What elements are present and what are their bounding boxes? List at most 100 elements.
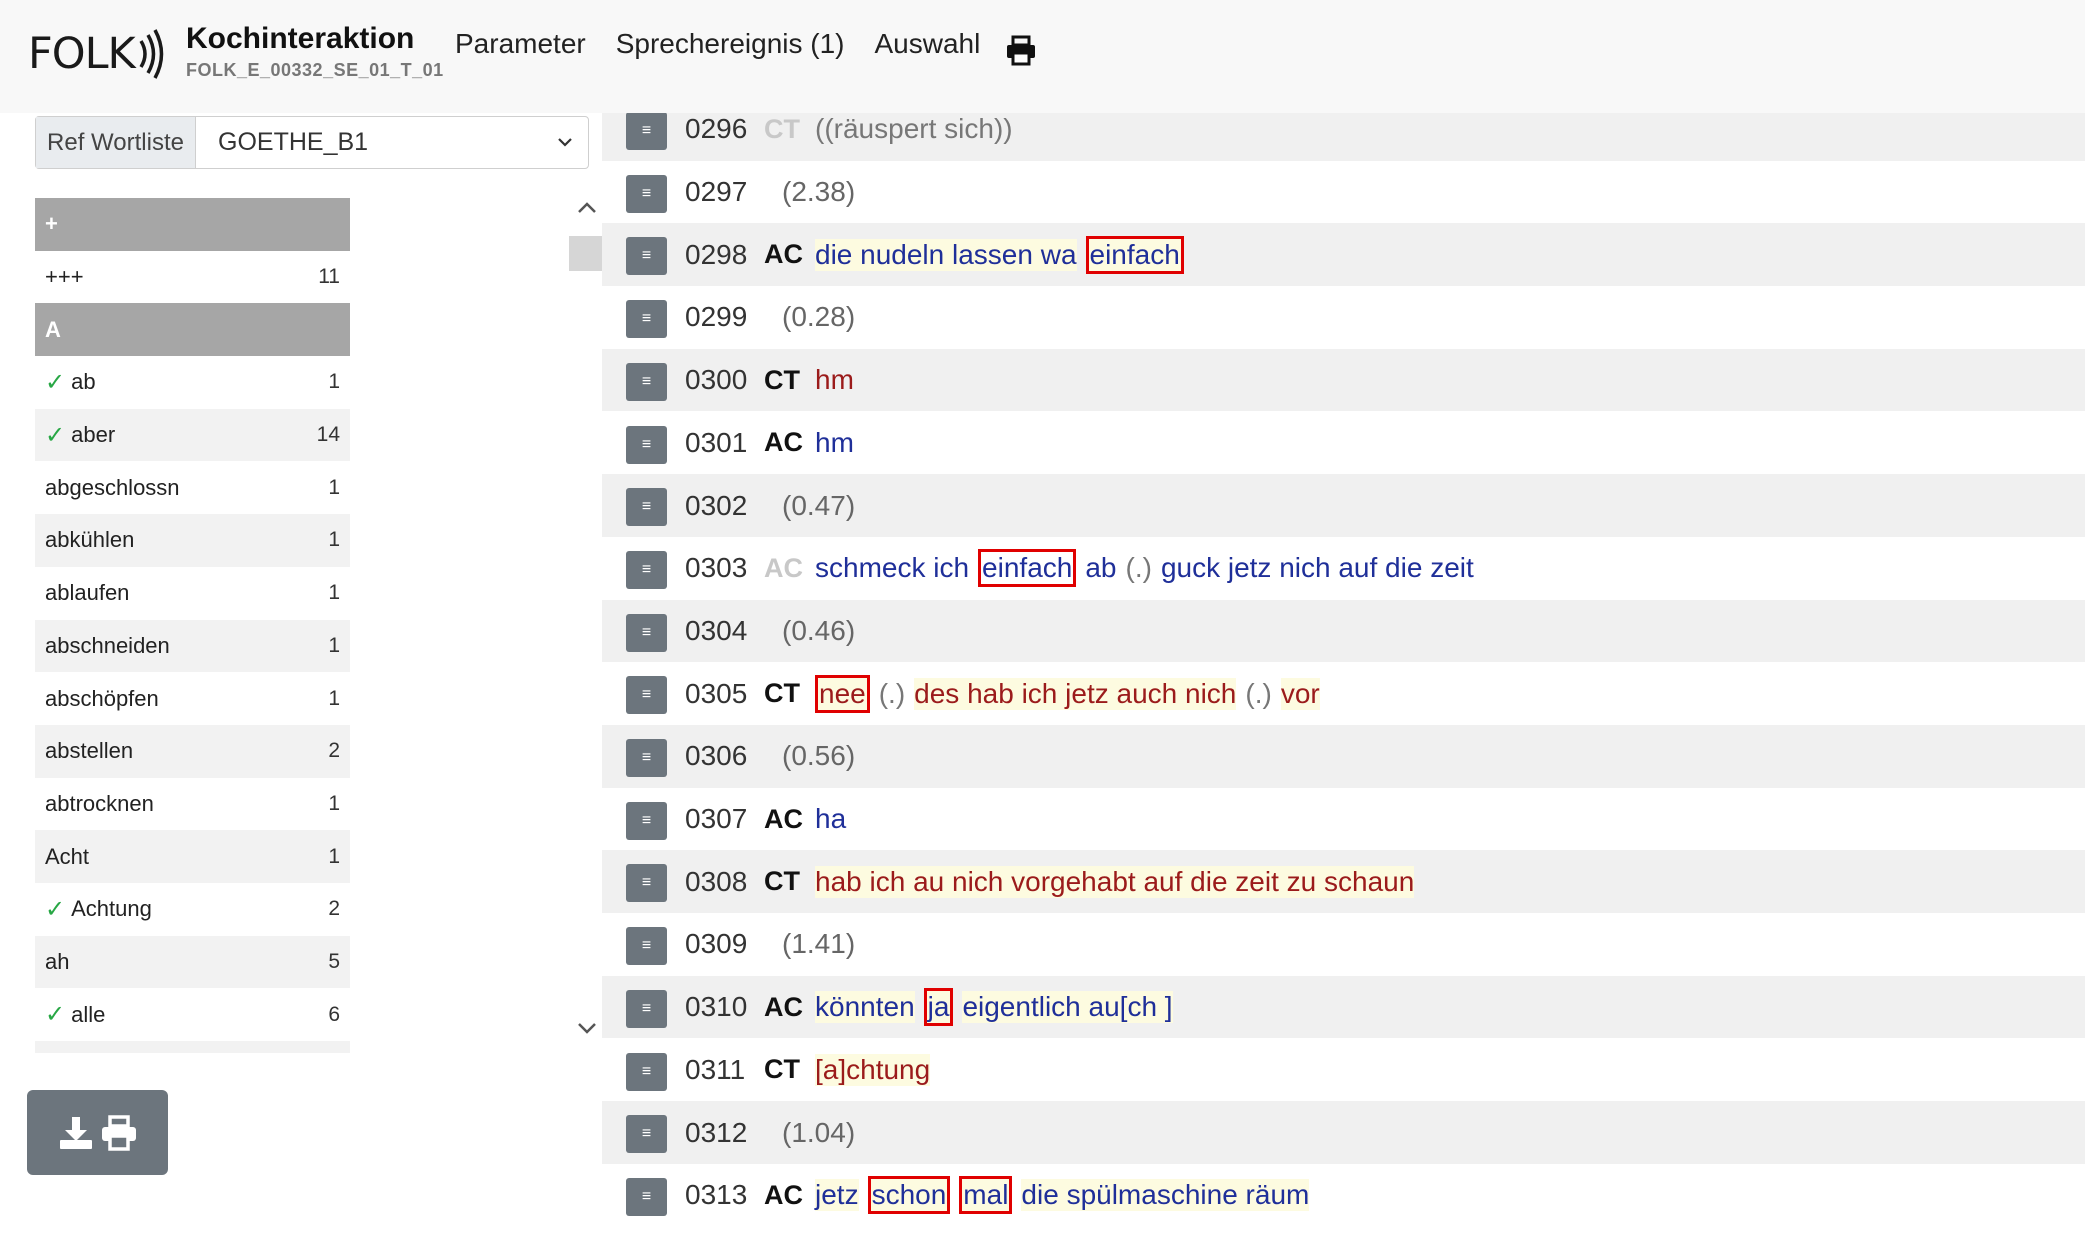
menu-lines-icon: ≡ bbox=[641, 372, 652, 390]
menu-lines-icon: ≡ bbox=[641, 122, 652, 139]
row-menu-button[interactable]: ≡ bbox=[626, 300, 667, 339]
speaker-label[interactable]: CT bbox=[764, 114, 800, 145]
row-menu-button[interactable]: ≡ bbox=[626, 613, 667, 652]
token[interactable]: (.) bbox=[1126, 552, 1152, 584]
token[interactable]: (.) bbox=[1245, 678, 1271, 710]
row-menu-button[interactable]: ≡ bbox=[626, 1115, 667, 1154]
row-menu-button[interactable]: ≡ bbox=[626, 864, 667, 903]
token[interactable]: (.) bbox=[879, 678, 905, 710]
wordlist-item[interactable]: ablaufen 1 bbox=[35, 567, 350, 620]
speaker-label[interactable]: AC bbox=[764, 1180, 803, 1211]
speaker-label[interactable]: CT bbox=[764, 866, 800, 897]
token[interactable]: (1.04) bbox=[782, 1117, 855, 1149]
token[interactable]: eigentlich au[ch ] bbox=[962, 991, 1173, 1024]
token[interactable]: [a]chtung bbox=[815, 1053, 931, 1086]
row-menu-button[interactable]: ≡ bbox=[626, 989, 667, 1028]
wordlist-item[interactable]: abschöpfen 1 bbox=[35, 672, 350, 725]
row-menu-button[interactable]: ≡ bbox=[626, 237, 667, 276]
token[interactable]: guck jetz nich auf die zeit bbox=[1161, 552, 1474, 584]
token[interactable]: ha bbox=[815, 803, 846, 835]
token[interactable]: die nudeln lassen wa bbox=[815, 238, 1077, 271]
print-icon[interactable] bbox=[1005, 34, 1037, 66]
speaker-label[interactable]: AC bbox=[764, 239, 803, 270]
wordlist-scrollbar[interactable] bbox=[569, 198, 605, 1053]
row-menu-button[interactable]: ≡ bbox=[626, 1052, 667, 1091]
token[interactable]: (0.47) bbox=[782, 490, 855, 522]
speaker-label[interactable]: AC bbox=[764, 804, 803, 835]
token[interactable]: (2.38) bbox=[782, 176, 855, 208]
row-menu-button[interactable]: ≡ bbox=[626, 550, 667, 589]
wordlist-item[interactable]: ✓ alle 6 bbox=[35, 988, 350, 1041]
wordlist-count: 1 bbox=[328, 475, 340, 499]
speaker-label[interactable]: CT bbox=[764, 678, 800, 709]
transcript-panel: ≡ 0296 CT ((räuspert sich)) ≡ 0297 (2.38) ≡ 0298… bbox=[602, 113, 2085, 1255]
row-menu-button[interactable]: ≡ bbox=[626, 174, 667, 213]
menu-lines-icon: ≡ bbox=[641, 1062, 652, 1080]
token[interactable]: hm bbox=[815, 364, 854, 396]
token[interactable]: des hab ich jetz auch nich bbox=[914, 677, 1237, 710]
wordlist-item[interactable]: abkühlen 1 bbox=[35, 514, 350, 567]
wordlist-item[interactable]: ✓ ab 1 bbox=[35, 356, 350, 409]
line-number: 0304 bbox=[685, 614, 748, 646]
wordlist-item[interactable]: abgeschlossn 1 bbox=[35, 461, 350, 514]
highlighted-word[interactable]: nee bbox=[815, 674, 870, 713]
scroll-up-icon[interactable] bbox=[575, 198, 599, 218]
highlighted-word[interactable]: einfach bbox=[1085, 235, 1184, 274]
speaker-label[interactable]: AC bbox=[764, 992, 803, 1023]
wordlist-word: ✓ alle bbox=[45, 1000, 105, 1029]
row-menu-button[interactable]: ≡ bbox=[626, 1177, 667, 1216]
row-menu-button[interactable]: ≡ bbox=[626, 676, 667, 715]
token[interactable]: (0.28) bbox=[782, 301, 855, 333]
token[interactable]: ab bbox=[1085, 552, 1116, 584]
wordlist-item[interactable]: +++ 11 bbox=[35, 251, 350, 304]
token[interactable]: (0.56) bbox=[782, 740, 855, 772]
ref-wordlist-dropdown[interactable]: GOETHE_B1 bbox=[196, 117, 588, 168]
row-menu-button[interactable]: ≡ bbox=[626, 801, 667, 840]
folk-logo[interactable]: FOLK bbox=[28, 26, 167, 82]
wordlist-word: Acht bbox=[45, 844, 89, 870]
row-menu-button[interactable]: ≡ bbox=[626, 425, 667, 464]
highlighted-word[interactable]: einfach bbox=[978, 549, 1077, 588]
highlighted-word[interactable]: ja bbox=[923, 988, 954, 1027]
wordlist-item[interactable]: ✓ aber 14 bbox=[35, 408, 350, 462]
speaker-label[interactable]: AC bbox=[764, 553, 803, 584]
token[interactable]: (0.46) bbox=[782, 615, 855, 647]
nav-auswahl[interactable]: Auswahl bbox=[875, 28, 981, 60]
row-menu-button[interactable]: ≡ bbox=[626, 927, 667, 966]
wordlist-item[interactable]: ✓ Achtung 2 bbox=[35, 883, 350, 936]
scrollbar-thumb[interactable] bbox=[569, 236, 605, 271]
token[interactable]: schmeck ich bbox=[815, 552, 969, 584]
pause-duration: (1.04) bbox=[782, 1117, 855, 1149]
speaker-label[interactable]: AC bbox=[764, 427, 803, 458]
nav-parameter[interactable]: Parameter bbox=[455, 28, 586, 60]
wordlist-item[interactable]: ah 5 bbox=[35, 935, 350, 989]
wordlist-item[interactable]: Acht 1 bbox=[35, 830, 350, 883]
token[interactable]: (1.41) bbox=[782, 928, 855, 960]
row-menu-button[interactable]: ≡ bbox=[626, 488, 667, 527]
wordlist-item[interactable] bbox=[35, 1041, 350, 1053]
row-menu-button[interactable]: ≡ bbox=[626, 739, 667, 777]
highlighted-word[interactable]: mal bbox=[959, 1176, 1013, 1215]
row-menu-button[interactable]: ≡ bbox=[626, 113, 667, 150]
token[interactable]: hm bbox=[815, 427, 854, 459]
speaker-label[interactable]: CT bbox=[764, 1054, 800, 1085]
nav-sprechereignis[interactable]: Sprechereignis (1) bbox=[616, 28, 845, 60]
wordlist-item[interactable]: abtrocknen 1 bbox=[35, 778, 350, 831]
download-print-button[interactable] bbox=[27, 1090, 168, 1175]
token[interactable]: ((räuspert sich)) bbox=[815, 113, 1013, 145]
speaker-label[interactable]: CT bbox=[764, 365, 800, 396]
highlighted-word[interactable]: schon bbox=[867, 1176, 951, 1215]
wordlist-word-text: abgeschlossn bbox=[45, 474, 180, 500]
token[interactable]: hab ich au nich vorgehabt auf die zeit z… bbox=[815, 865, 1415, 898]
token[interactable]: jetz bbox=[815, 1179, 859, 1212]
check-icon: ✓ bbox=[45, 1001, 66, 1029]
token[interactable]: vor bbox=[1280, 677, 1320, 710]
scroll-down-icon[interactable] bbox=[575, 1018, 599, 1038]
wordlist-group-header[interactable]: A bbox=[35, 303, 350, 357]
row-menu-button[interactable]: ≡ bbox=[626, 362, 667, 401]
wordlist-group-header[interactable]: + bbox=[35, 198, 350, 251]
wordlist-item[interactable]: abstellen 2 bbox=[35, 724, 350, 778]
token[interactable]: die spülmaschine räum bbox=[1021, 1179, 1310, 1212]
wordlist-item[interactable]: abschneiden 1 bbox=[35, 619, 350, 673]
token[interactable]: könnten bbox=[815, 991, 915, 1024]
